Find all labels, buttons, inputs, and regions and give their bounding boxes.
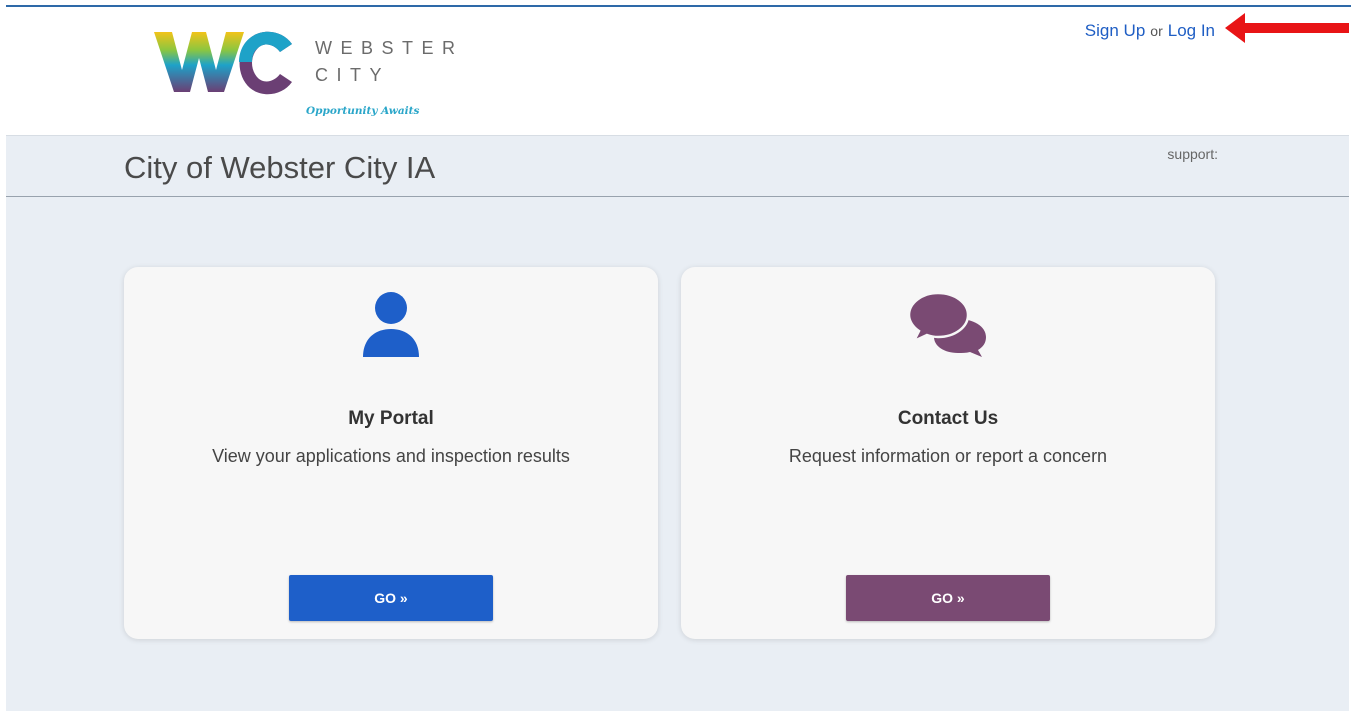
site-header: WEBSTER CITY Opportunity Awaits Sign Up o… [6,7,1351,135]
site-logo[interactable]: WEBSTER CITY Opportunity Awaits [152,26,482,126]
my-portal-card: My Portal View your applications and ins… [124,267,658,639]
wc-logo-mark-icon [154,31,292,95]
chat-bubbles-icon [681,291,1215,362]
auth-or-text: or [1150,23,1163,39]
contact-us-card: Contact Us Request information or report… [681,267,1215,639]
support-label: support: [1167,146,1218,162]
logo-word-webster: WEBSTER [315,38,464,58]
main-content: City of Webster City IA support: My Port… [6,135,1349,711]
auth-links: Sign Up or Log In [1085,21,1215,41]
user-icon [124,291,658,366]
contact-us-go-button[interactable]: GO » [846,575,1050,621]
logo-tagline: Opportunity Awaits [306,105,420,117]
log-in-link[interactable]: Log In [1168,21,1215,40]
my-portal-title: My Portal [348,408,434,429]
sign-up-link[interactable]: Sign Up [1085,21,1145,40]
my-portal-description: View your applications and inspection re… [212,446,570,466]
contact-us-title: Contact Us [897,408,999,429]
my-portal-go-button[interactable]: GO » [289,575,493,621]
page-title: City of Webster City IA [124,150,436,185]
logo-word-city: CITY [315,65,391,85]
red-arrow-annotation-icon [1225,13,1349,43]
title-bar: City of Webster City IA support: [6,136,1349,197]
contact-us-description: Request information or report a concern [788,446,1108,466]
